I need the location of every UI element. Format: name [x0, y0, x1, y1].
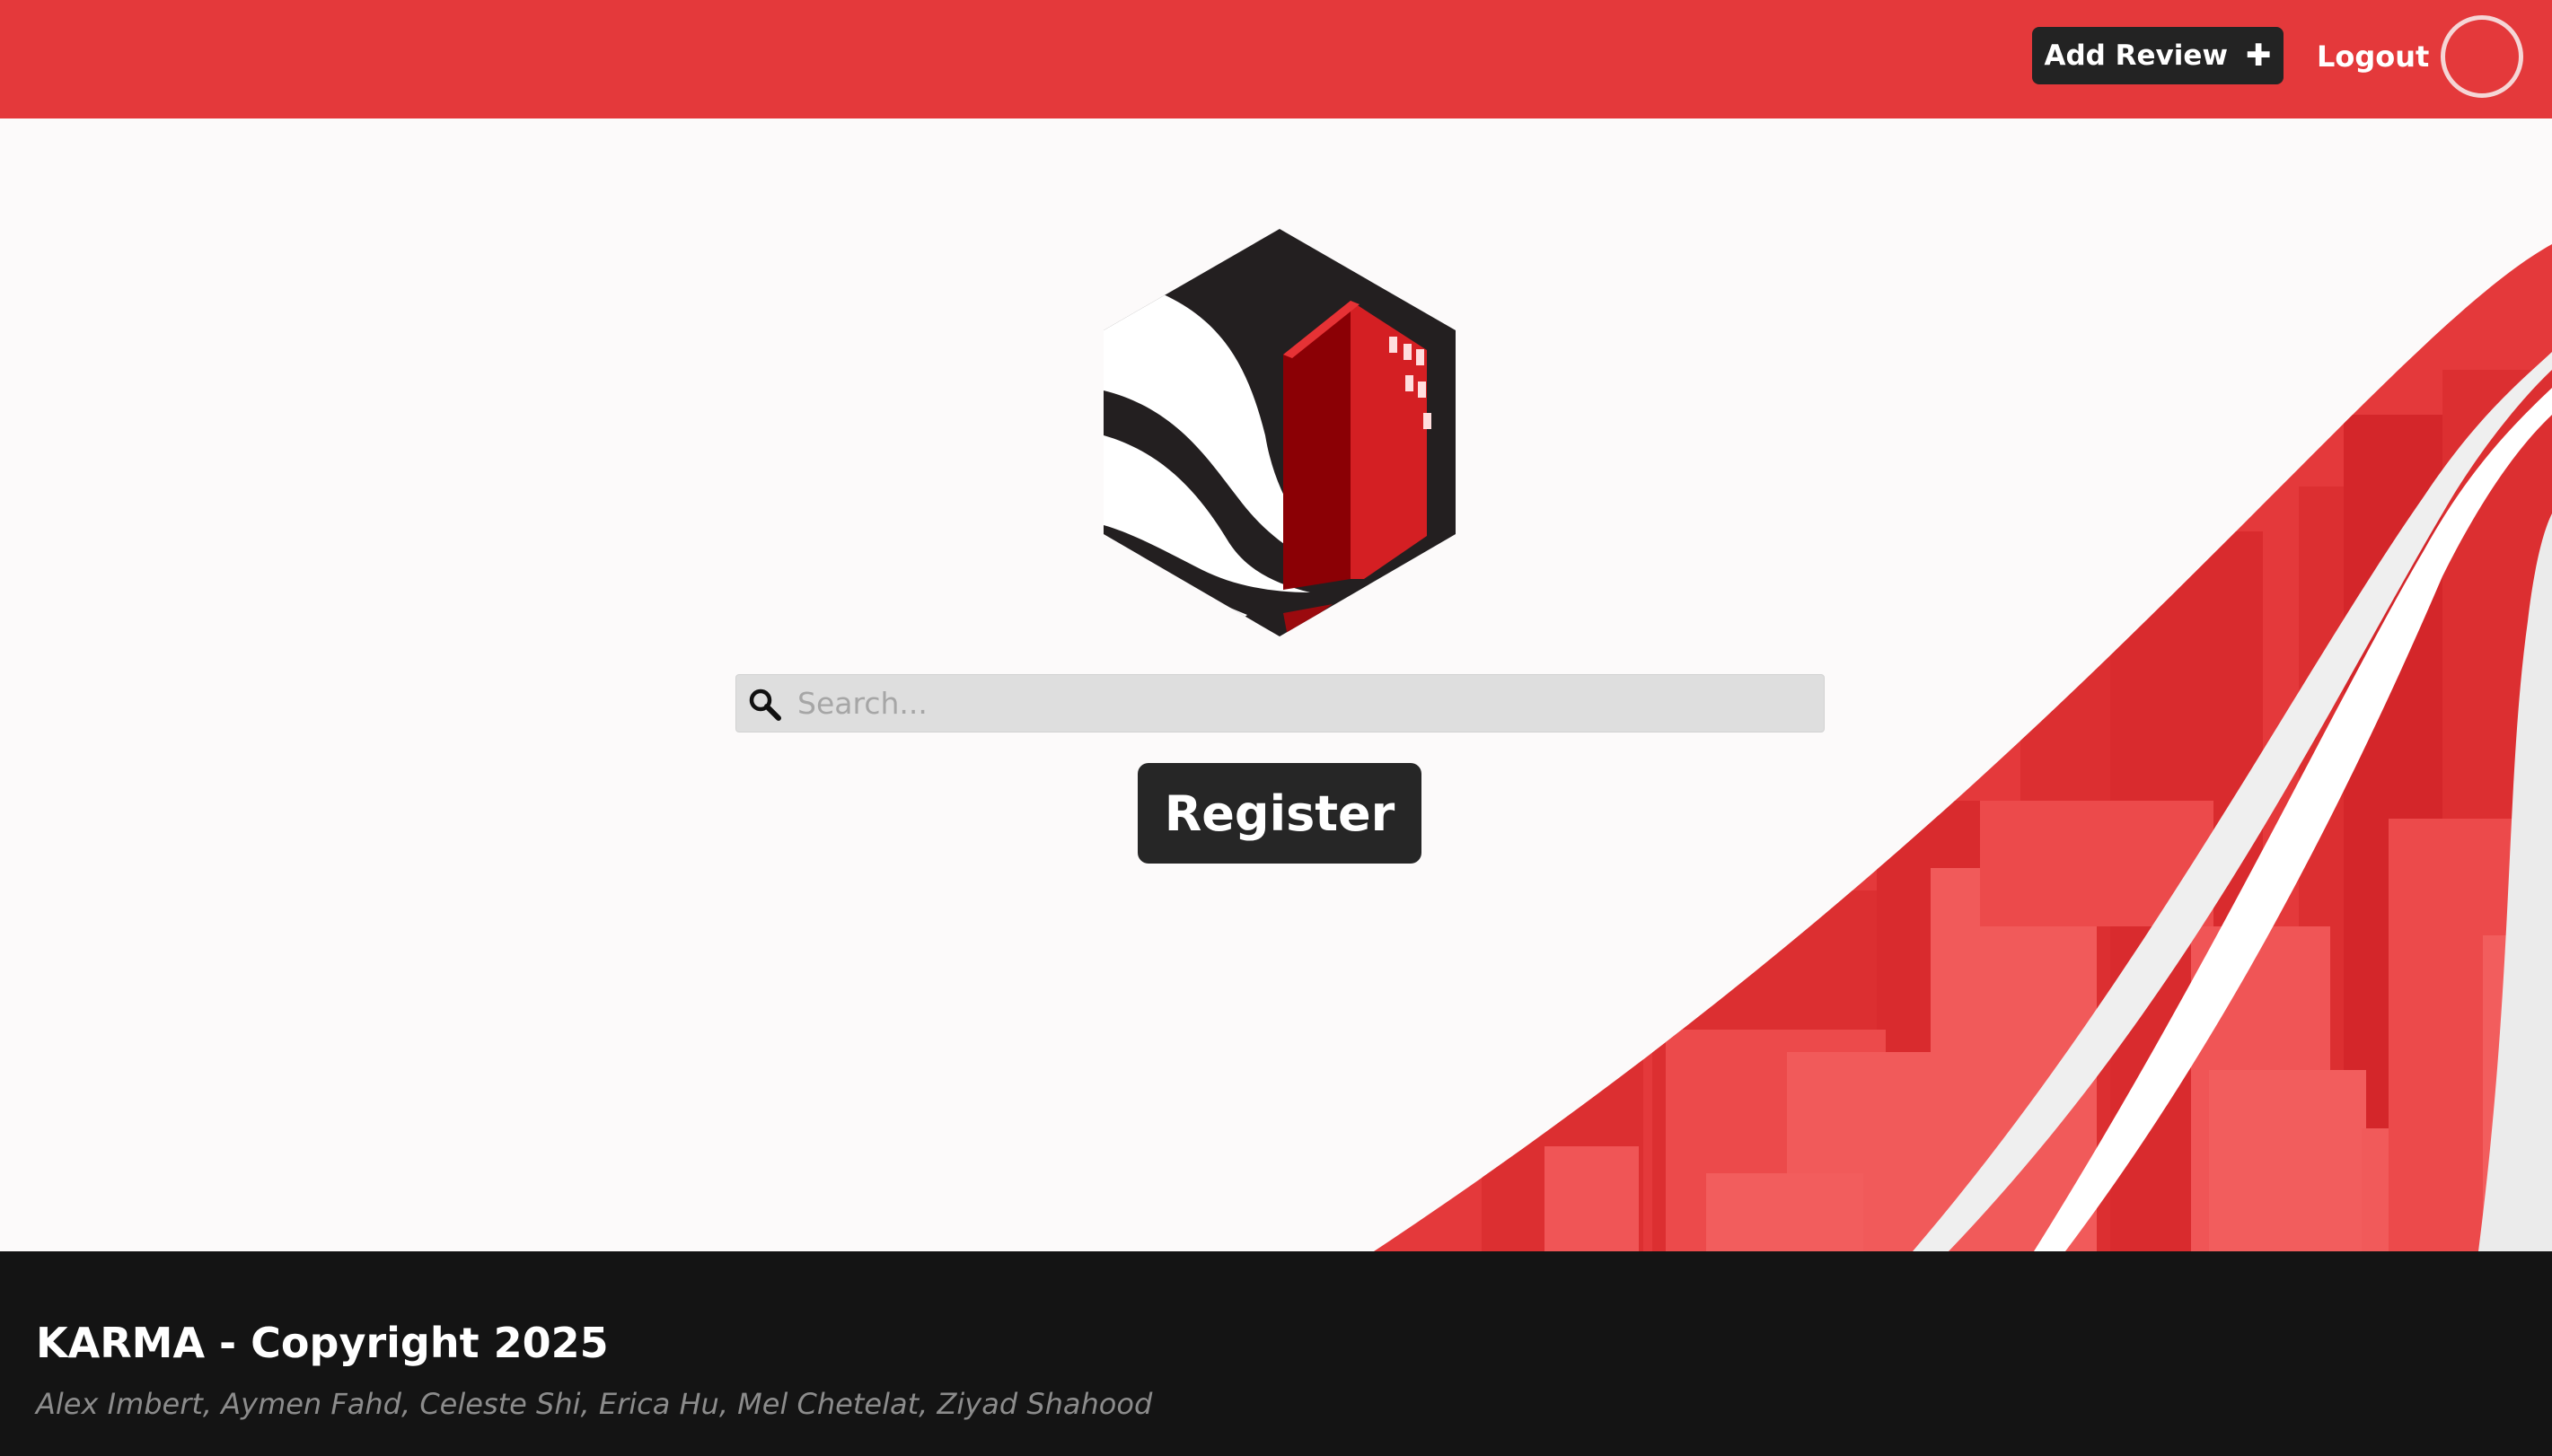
add-review-button[interactable]: Add Review ✚ [2032, 27, 2284, 84]
karma-logo-icon [1104, 229, 1456, 636]
footer-credits: Alex Imbert, Aymen Fahd, Celeste Shi, Er… [36, 1387, 1153, 1421]
top-nav-bar: Add Review ✚ Logout [0, 0, 2552, 118]
footer: KARMA - Copyright 2025 Alex Imbert, Ayme… [0, 1251, 2552, 1456]
footer-copyright: KARMA - Copyright 2025 [36, 1319, 609, 1367]
search-bar [735, 674, 1825, 732]
add-review-label: Add Review [2044, 39, 2229, 72]
search-icon [749, 689, 781, 721]
logout-link[interactable]: Logout [2317, 34, 2429, 79]
user-avatar-icon[interactable] [2441, 15, 2523, 98]
page: Add Review ✚ Logout Search... Register K… [0, 0, 2552, 1456]
register-button[interactable]: Register [1138, 763, 1421, 864]
plus-icon: ✚ [2246, 38, 2272, 74]
search-input[interactable] [797, 675, 1812, 732]
